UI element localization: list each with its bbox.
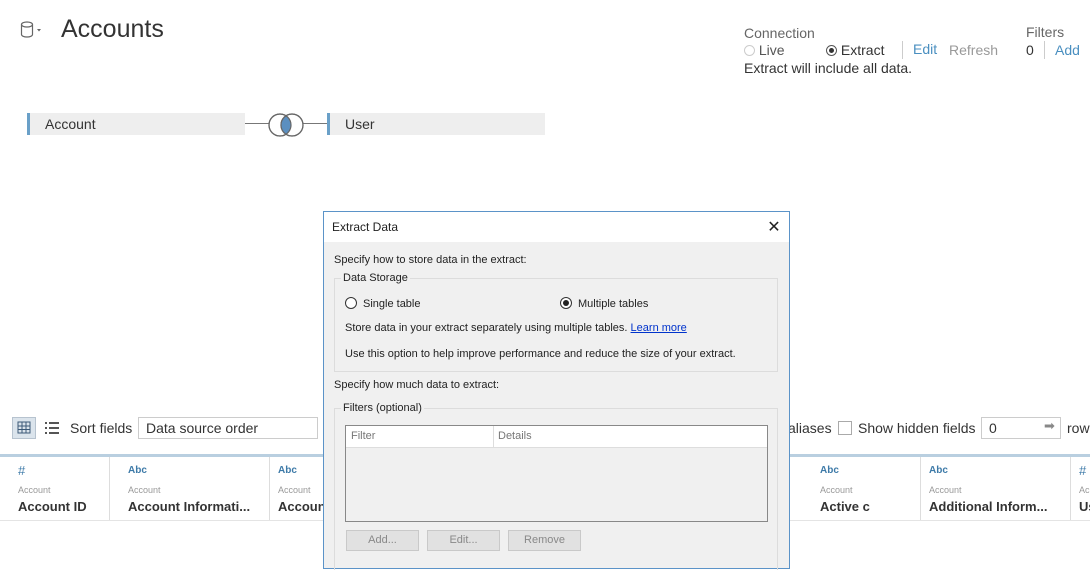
edit-extract-link[interactable]: Edit [913,41,937,57]
divider [1044,41,1045,59]
filters-table-header: Filter Details [346,426,767,448]
show-hidden-fields-label: Show hidden fields [858,420,976,436]
string-type-icon: Abc [128,465,147,476]
column-name: Additional Inform... [929,499,1048,514]
column-source: Account [820,485,853,495]
string-type-icon: Abc [278,465,297,476]
remove-filter-button[interactable]: Remove [508,530,581,551]
database-icon[interactable] [20,21,42,39]
single-table-radio[interactable] [345,297,357,309]
single-table-label: Single table [363,298,421,310]
rows-label: row [1067,420,1090,436]
column-name: Active c [820,499,870,514]
live-label: Live [758,42,785,58]
live-radio[interactable] [744,45,755,56]
extract-data-dialog: Extract Data ✕ Specify how to store data… [323,211,790,570]
multiple-tables-radio[interactable] [560,297,572,309]
add-filter-button[interactable]: Add... [346,530,419,551]
edit-filter-button[interactable]: Edit... [427,530,500,551]
column-source: Account [929,485,962,495]
page-title[interactable]: Accounts [61,15,164,44]
use-option-description: Use this option to help improve performa… [345,348,736,360]
add-filter-link[interactable]: Add [1055,42,1080,58]
chevron-down-icon [37,29,41,32]
extract-radio[interactable] [826,45,837,56]
string-type-icon: Abc [820,465,839,476]
inner-join-icon[interactable] [266,112,306,138]
filters-optional-label: Filters (optional) [341,402,424,414]
filter-column-header: Filter [351,430,376,442]
data-storage-label: Data Storage [341,272,410,284]
extract-radio-option[interactable]: Extract [826,42,884,58]
column-name: Us [1079,499,1090,514]
filters-count: 0 [1026,42,1034,58]
multiple-tables-label: Multiple tables [578,298,649,310]
filters-label: Filters [1026,24,1065,40]
string-type-icon: Abc [929,465,948,476]
store-description-text: Store data in your extract separately us… [345,322,628,334]
connection-label: Connection [744,25,815,41]
divider [493,426,494,447]
column-header[interactable]: Abc Account Active c [812,457,921,521]
column-header[interactable]: Abc Account Account [270,457,323,521]
show-aliases-label: aliases [788,420,832,436]
arrow-right-icon[interactable]: ➡ [1044,418,1055,434]
details-column-header: Details [498,430,532,442]
column-source: Account [278,485,311,495]
column-header[interactable]: Abc Account Additional Inform... [921,457,1071,521]
amount-instructions: Specify how much data to extract: [334,379,500,391]
table-user[interactable]: User [327,113,545,135]
column-header[interactable]: # Account Account ID [10,457,110,521]
column-name: Account Informati... [128,499,251,514]
multiple-tables-option[interactable]: Multiple tables [560,297,648,310]
column-source: Account [18,485,51,495]
extract-label: Extract [840,42,885,58]
store-instructions: Specify how to store data in the extract… [334,254,527,266]
dialog-title: Extract Data [332,220,399,234]
filters-table[interactable]: Filter Details [345,425,768,522]
column-name: Account [278,499,323,514]
close-icon[interactable]: ✕ [766,217,782,237]
dialog-titlebar: Extract Data ✕ [324,212,789,242]
column-source: Account [128,485,161,495]
learn-more-link[interactable]: Learn more [631,322,687,334]
refresh-link[interactable]: Refresh [949,42,998,58]
column-source: Ac [1079,485,1090,495]
grid-icon [17,421,31,434]
grid-view-button[interactable] [12,417,36,439]
table-account[interactable]: Account [27,113,245,135]
column-header[interactable]: # Ac Us [1071,457,1090,521]
show-hidden-fields-checkbox[interactable] [838,421,852,435]
list-view-icon[interactable] [44,419,60,437]
single-table-option[interactable]: Single table [345,297,421,310]
divider [902,41,903,59]
live-radio-option[interactable]: Live [744,42,785,58]
column-name: Account ID [18,499,87,514]
column-header[interactable]: Abc Account Account Informati... [120,457,270,521]
extract-note: Extract will include all data. [744,60,913,76]
sort-fields-select[interactable]: Data source order [138,417,318,439]
store-description: Store data in your extract separately us… [345,322,687,334]
sort-fields-label: Sort fields [70,420,133,436]
number-type-icon: # [1079,463,1087,478]
number-type-icon: # [18,463,26,478]
